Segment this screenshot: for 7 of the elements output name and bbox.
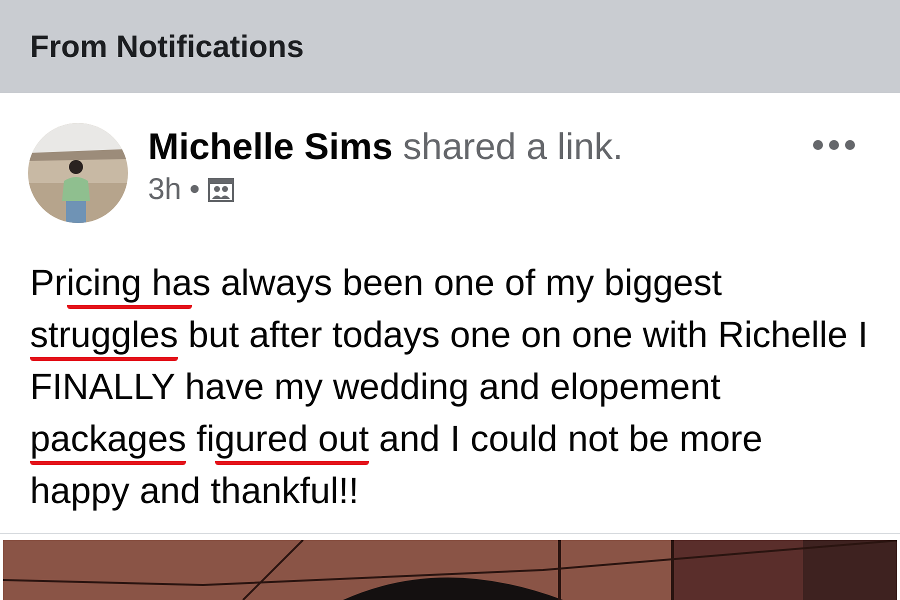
separator-dot: • [189,173,200,207]
post-header-text: Michelle Sims shared a link. [148,125,624,169]
people-icon [208,178,234,202]
post-text: Pricing has always been one of my biggest struggles but after todays one on one with Richelle I FINALLY have my wedding and elopement packages figured out and I could not be more happy and thankful!! [29,261,869,513]
post-time[interactable]: 3h [148,173,182,207]
more-options-icon[interactable] [812,139,856,151]
header-title: From Notifications [30,28,304,64]
